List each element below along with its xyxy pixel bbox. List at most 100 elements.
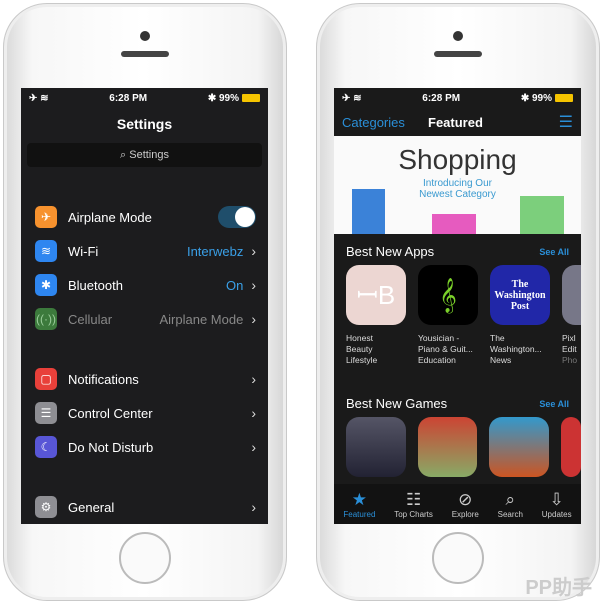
game-icon[interactable] — [489, 417, 550, 477]
bluetooth-icon: ✱ — [207, 92, 219, 104]
bag-illustration — [352, 189, 385, 234]
row-wifi[interactable]: ≋ Wi-Fi Interwebz › — [21, 234, 268, 268]
game-icon[interactable] — [561, 417, 581, 477]
row-label: Notifications — [68, 371, 139, 387]
app-name: Honest — [346, 333, 373, 343]
categories-button[interactable]: Categories — [342, 115, 428, 130]
app-item[interactable]: ꟷB Honest Beauty Lifestyle — [346, 265, 406, 366]
game-icon[interactable] — [417, 417, 478, 477]
tab-updates[interactable]: ⇩ Updates — [542, 490, 572, 519]
row-label: Bluetooth — [68, 277, 123, 293]
row-label: Airplane Mode — [68, 209, 152, 225]
chevron-right-icon: › — [251, 311, 256, 327]
airplane-wifi-icon: ✈ ︎≋ — [29, 92, 49, 104]
chevron-right-icon: › — [251, 277, 256, 293]
tab-label: Updates — [541, 509, 572, 519]
cellular-icon: ((·)) — [35, 308, 57, 330]
airplane-toggle[interactable] — [218, 206, 256, 228]
apps-list: ꟷB Honest Beauty Lifestyle 𝄞 Yousician - Pian… — [334, 265, 581, 366]
tab-label: Featured — [343, 509, 376, 519]
chevron-right-icon: › — [251, 499, 256, 515]
airplane-icon: ✈ — [35, 206, 57, 228]
row-airplane-mode[interactable]: ✈ Airplane Mode — [21, 200, 268, 234]
search-icon: ⌕ — [505, 489, 516, 509]
time: 6:28 PM — [422, 92, 461, 104]
shopping-banner[interactable]: Shopping Introducing Our Newest Category — [334, 136, 581, 234]
chevron-right-icon: › — [251, 439, 256, 455]
tab-explore[interactable]: ⊘ Explore — [452, 490, 479, 519]
home-button[interactable] — [119, 532, 171, 584]
app-icon — [562, 265, 581, 325]
wifi-icon: ≋ — [35, 240, 57, 262]
app-item[interactable]: 𝄞 Yousician - Piano & Guit... Education — [418, 265, 478, 366]
left-phone: ✈ ︎≋ 6:28 PM ✱ 99% Settings ⌕ Settings ✈ Ai… — [3, 3, 287, 601]
row-control-center[interactable]: ☰ Control Center › — [21, 396, 268, 430]
tab-label: Search — [497, 509, 523, 519]
airplane-wifi-icon: ✈ ≋ — [342, 92, 362, 104]
notifications-icon: ▢ — [35, 368, 57, 390]
speaker — [434, 51, 482, 57]
row-value: Airplane Mode — [159, 311, 244, 327]
row-label: Do Not Disturb — [68, 439, 154, 455]
tab-bar: ★ Featured ☷ Top Charts ⊘ Explore ⌕ Search ⇩… — [334, 484, 581, 524]
app-item[interactable]: Pixl Edit Pho — [562, 265, 581, 366]
app-store-screen: ✈ ≋ 6:28 PM ✱ 99% Categories Featured ☰ Shop… — [334, 88, 581, 524]
see-all-link[interactable]: See All — [539, 399, 569, 409]
row-label: Control Center — [68, 405, 153, 421]
app-name: The — [490, 333, 505, 343]
chevron-right-icon: › — [251, 371, 256, 387]
row-value: Interwebz — [186, 243, 244, 259]
app-icon: The Washington Post — [490, 265, 550, 325]
settings-screen: ✈ ︎≋ 6:28 PM ✱ 99% Settings ⌕ Settings ✈ Ai… — [21, 88, 268, 524]
app-icon: ꟷB — [346, 265, 406, 325]
app-name: Washington... — [490, 344, 542, 354]
compass-icon: ⊘ — [458, 489, 473, 509]
search-icon: ⌕ — [120, 149, 130, 161]
chevron-right-icon: › — [251, 243, 256, 259]
banner-subtitle: Introducing Our — [423, 178, 492, 189]
bag-illustration — [520, 196, 564, 234]
row-do-not-disturb[interactable]: ☾ Do Not Disturb › — [21, 430, 268, 464]
app-category: Education — [418, 355, 456, 365]
page-title: Settings — [116, 116, 173, 132]
tab-label: Top Charts — [394, 509, 433, 519]
tab-top-charts[interactable]: ☷ Top Charts — [394, 490, 433, 519]
download-icon: ⇩ — [549, 489, 564, 509]
row-value: On — [225, 277, 244, 293]
row-cellular[interactable]: ((·)) Cellular Airplane Mode › — [21, 302, 268, 336]
tab-label: Explore — [451, 509, 479, 519]
row-notifications[interactable]: ▢ Notifications › — [21, 362, 268, 396]
search-placeholder: Settings — [129, 149, 169, 161]
app-name: Beauty — [346, 344, 373, 354]
see-all-link[interactable]: See All — [539, 247, 569, 257]
list-menu-icon[interactable]: ☰ — [559, 112, 573, 132]
status-bar: ✈ ︎≋ 6:28 PM ✱ 99% — [21, 88, 268, 108]
moon-icon: ☾ — [35, 436, 57, 458]
gear-icon: ⚙ — [35, 496, 57, 518]
tab-featured[interactable]: ★ Featured — [343, 490, 375, 519]
control-center-icon: ☰ — [35, 402, 57, 424]
row-general[interactable]: ⚙ General › — [21, 490, 268, 524]
app-name: Pixl — [562, 333, 576, 343]
battery-icon — [555, 93, 573, 102]
right-phone: ✈ ≋ 6:28 PM ✱ 99% Categories Featured ☰ Shop… — [316, 3, 600, 601]
row-label: Cellular — [68, 311, 113, 327]
row-label: General — [68, 499, 115, 515]
row-label: Wi-Fi — [68, 243, 99, 259]
tab-search[interactable]: ⌕ Search — [498, 490, 523, 519]
app-category: News — [490, 355, 512, 365]
time: 6:28 PM — [109, 92, 148, 104]
battery-percent: 99% — [218, 92, 239, 104]
game-icon[interactable] — [346, 417, 406, 477]
app-item[interactable]: The Washington Post The Washington... News — [490, 265, 550, 366]
status-bar: ✈ ≋ 6:28 PM ✱ 99% — [334, 88, 581, 108]
row-bluetooth[interactable]: ✱ Bluetooth On › — [21, 268, 268, 302]
banner-title: Shopping — [398, 144, 517, 175]
home-button[interactable] — [432, 532, 484, 584]
battery-percent: 99% — [531, 92, 552, 104]
search-input[interactable]: ⌕ Settings — [27, 143, 262, 167]
games-list — [334, 417, 581, 485]
app-category: Lifestyle — [346, 355, 378, 365]
list-icon: ☷ — [405, 489, 422, 509]
app-name: Piano & Guit... — [418, 344, 473, 354]
